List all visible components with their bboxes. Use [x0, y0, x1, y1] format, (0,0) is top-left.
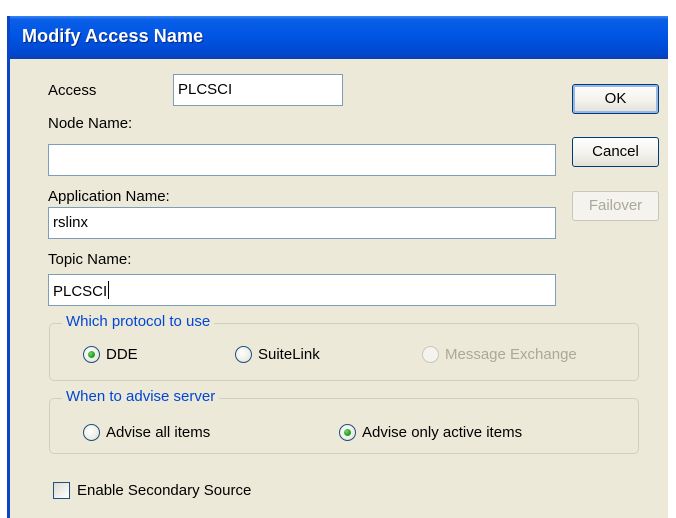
node-name-label: Node Name:: [48, 115, 133, 132]
advise-all-items-radio[interactable]: Advise all items: [83, 424, 210, 441]
modify-access-name-dialog: Modify Access Name Access PLCSCI Node Na…: [7, 16, 668, 518]
failover-button[interactable]: Failover: [572, 191, 659, 221]
radio-unchecked-icon: [235, 346, 252, 363]
node-name-input[interactable]: [48, 144, 556, 176]
protocol-suitelink-label: SuiteLink: [258, 346, 320, 363]
advise-only-active-items-radio[interactable]: Advise only active items: [339, 424, 522, 441]
desktop-background-right: [668, 0, 676, 518]
checkbox-unchecked-icon: [53, 482, 70, 499]
application-name-label: Application Name:: [48, 188, 170, 205]
ok-button[interactable]: OK: [572, 84, 659, 114]
topic-name-value: PLCSCI: [53, 283, 108, 300]
protocol-suitelink-radio[interactable]: SuiteLink: [235, 346, 320, 363]
protocol-dde-radio[interactable]: DDE: [83, 346, 138, 363]
protocol-dde-label: DDE: [106, 346, 138, 363]
access-value: PLCSCI: [178, 81, 233, 98]
topic-name-label: Topic Name:: [48, 251, 132, 268]
desktop-background-top: [0, 0, 676, 16]
advise-group-legend: When to advise server: [62, 388, 220, 405]
advise-all-items-label: Advise all items: [106, 424, 211, 441]
application-name-value: rslinx: [53, 214, 89, 231]
topic-name-input[interactable]: PLCSCI: [48, 274, 556, 306]
advise-only-active-items-label: Advise only active items: [362, 424, 523, 441]
radio-checked-icon: [339, 424, 356, 441]
protocol-group-legend: Which protocol to use: [62, 313, 215, 330]
access-label: Access: [48, 82, 97, 99]
protocol-message-exchange-radio[interactable]: Message Exchange: [422, 346, 577, 363]
enable-secondary-source-checkbox[interactable]: Enable Secondary Source: [53, 482, 251, 499]
access-input[interactable]: PLCSCI: [173, 74, 343, 106]
radio-checked-icon: [83, 346, 100, 363]
text-caret: [108, 281, 110, 299]
protocol-message-exchange-label: Message Exchange: [445, 346, 577, 363]
enable-secondary-source-label: Enable Secondary Source: [77, 482, 252, 499]
dialog-title: Modify Access Name: [22, 26, 204, 46]
radio-disabled-icon: [422, 346, 439, 363]
radio-unchecked-icon: [83, 424, 100, 441]
title-bar[interactable]: Modify Access Name: [10, 16, 668, 59]
cancel-button[interactable]: Cancel: [572, 137, 659, 167]
application-name-input[interactable]: rslinx: [48, 207, 556, 239]
